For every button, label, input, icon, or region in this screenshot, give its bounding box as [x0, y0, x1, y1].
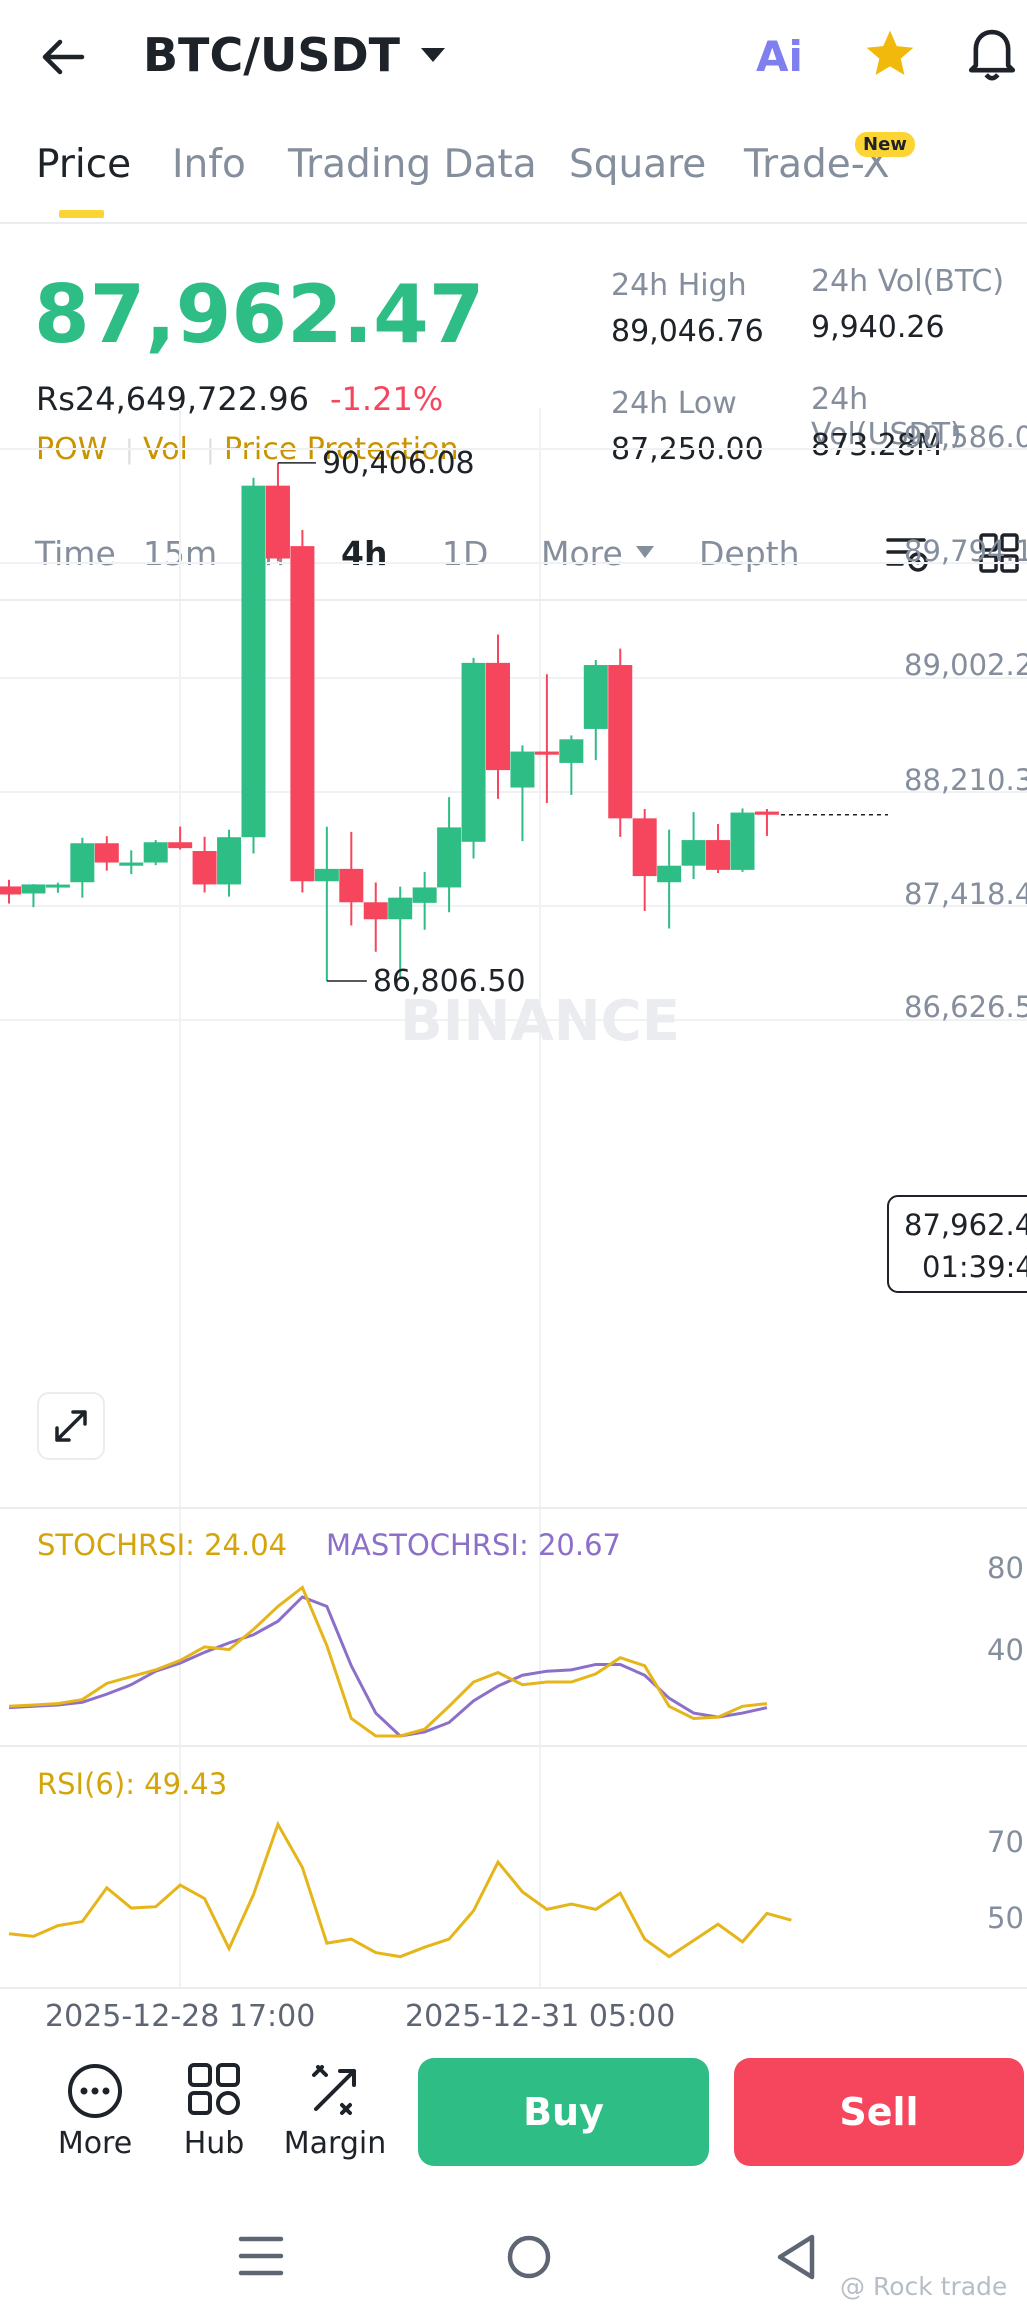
candle-body: [45, 884, 70, 888]
candle-body: [437, 827, 462, 888]
y-tick-label: 88,210.3: [904, 763, 1027, 797]
home-icon[interactable]: [506, 2234, 552, 2280]
candle-body: [217, 837, 242, 885]
buy-button[interactable]: Buy: [418, 2058, 709, 2166]
candle-body: [0, 886, 21, 895]
y-tick-label: 87,418.4: [904, 877, 1027, 911]
candle-body: [657, 865, 682, 883]
hub-label[interactable]: Hub: [164, 2126, 264, 2161]
candle-body: [241, 485, 266, 838]
candle-body: [754, 811, 779, 815]
countdown-label: 01:39:4: [922, 1250, 1027, 1284]
expand-icon: [55, 1410, 87, 1442]
x-label-1: 2025-12-28 17:00: [45, 1999, 315, 2030]
more-label[interactable]: More: [45, 2126, 145, 2161]
hub-icon[interactable]: [186, 2061, 242, 2117]
candle-body: [412, 887, 437, 903]
candle-body: [608, 665, 633, 819]
chart-high-label: 90,406.08: [322, 446, 475, 481]
mastochrsi-label: MASTOCHRSI: 20.67: [326, 1528, 621, 1562]
candle-body: [363, 902, 388, 920]
candle-body: [534, 751, 559, 755]
candle-body: [730, 812, 755, 870]
rsi-tick-50: 50: [987, 1901, 1024, 1935]
stoch-tick-80: 80: [987, 1551, 1024, 1585]
fullscreen-button[interactable]: [37, 1392, 105, 1460]
candle-body: [21, 884, 46, 894]
rock-trade-watermark: @ Rock trade: [840, 2272, 1008, 2301]
mastochrsi-line: [8, 1595, 768, 1738]
candle-body: [461, 662, 486, 842]
candle-body: [168, 842, 193, 849]
y-tick-label: 89,794.1: [904, 534, 1027, 568]
rsi-label: RSI(6): 49.43: [37, 1767, 227, 1801]
stochrsi-line: [8, 1585, 768, 1738]
y-tick-label: 86,626.5: [904, 990, 1027, 1024]
margin-icon[interactable]: [306, 2061, 364, 2119]
y-tick-label: 89,002.2: [904, 648, 1027, 682]
candle-body: [388, 897, 413, 920]
candle-body: [314, 868, 339, 882]
x-label-2: 2025-12-31 05:00: [405, 1999, 675, 2030]
stochrsi-label: STOCHRSI: 24.04: [37, 1528, 287, 1562]
candle-body: [265, 485, 290, 559]
candle-body: [339, 868, 364, 903]
candle-body: [94, 843, 119, 863]
candle-body: [192, 851, 217, 885]
back-nav-icon[interactable]: [774, 2232, 818, 2282]
recent-apps-icon[interactable]: [238, 2234, 284, 2278]
rsi-line: [8, 1820, 792, 1959]
candle-body: [486, 662, 510, 771]
price-chart[interactable]: BINANCE 90,586.089,794.189,002.288,210.3…: [0, 0, 1027, 2030]
candle-body: [70, 843, 95, 883]
stoch-tick-40: 40: [987, 1633, 1024, 1667]
candle-body: [706, 840, 731, 870]
current-price-label: 87,962.4: [904, 1208, 1027, 1242]
candle-body: [681, 840, 706, 866]
candle-body: [290, 546, 315, 882]
candle-body: [119, 862, 144, 866]
candle-body: [632, 818, 657, 877]
margin-label[interactable]: Margin: [280, 2126, 390, 2161]
sell-button[interactable]: Sell: [734, 2058, 1024, 2166]
candle-body: [559, 739, 584, 763]
candle-body: [510, 751, 535, 788]
rsi-tick-70: 70: [987, 1825, 1024, 1859]
chart-low-label: 86,806.50: [373, 964, 526, 999]
candle-body: [143, 842, 168, 863]
candle-body: [583, 665, 608, 729]
more-icon[interactable]: [65, 2061, 125, 2121]
y-tick-label: 90,586.0: [904, 420, 1027, 454]
